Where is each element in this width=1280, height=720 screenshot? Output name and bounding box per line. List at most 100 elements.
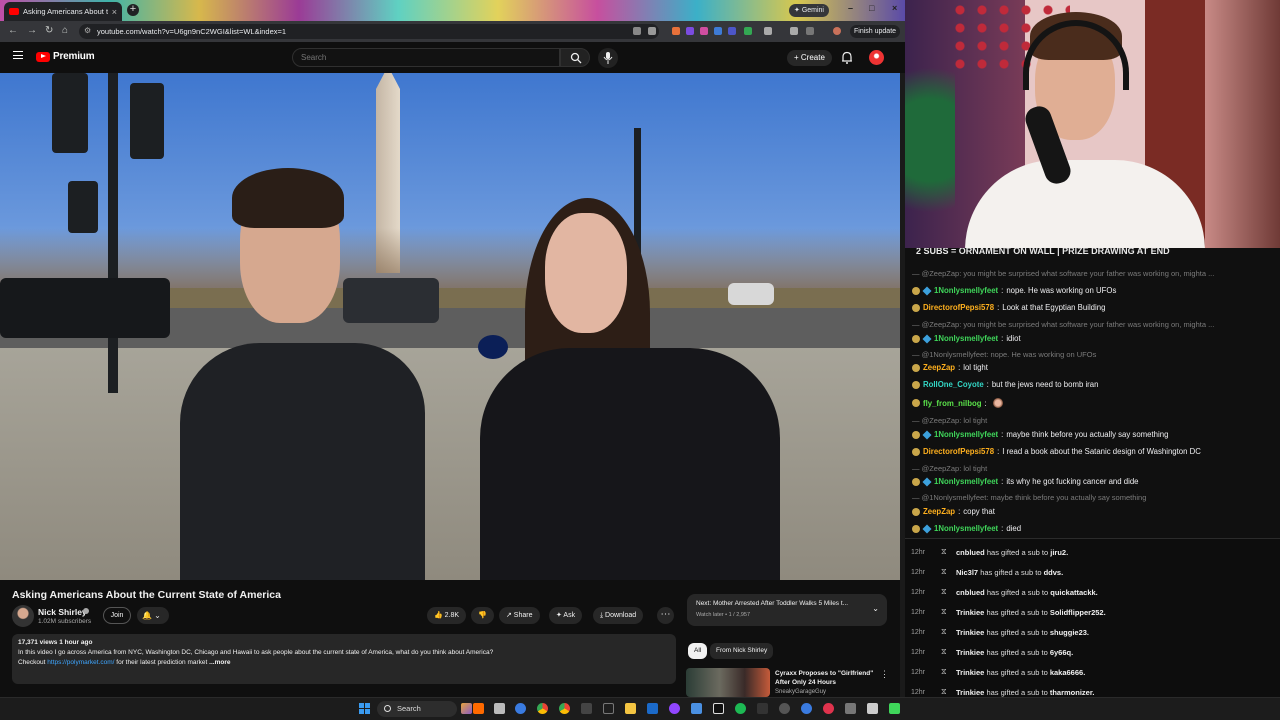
chat-username[interactable]: RollOne_Coyote — [923, 380, 984, 389]
subscriber-badge-icon — [922, 285, 932, 296]
app-icon[interactable] — [845, 703, 856, 714]
app-icon[interactable] — [801, 703, 812, 714]
extension-icon[interactable] — [744, 27, 752, 35]
finish-update-button[interactable]: Finish update — [850, 25, 901, 38]
profile-avatar-icon[interactable] — [833, 27, 841, 35]
edge-icon[interactable] — [515, 703, 526, 714]
windows-start-icon[interactable] — [359, 703, 370, 714]
cast-icon[interactable] — [633, 27, 641, 35]
recommended-menu-icon[interactable]: ⋮ — [880, 669, 889, 680]
extension-icon[interactable] — [686, 27, 694, 35]
browser-tab-youtube[interactable]: Asking Americans About the C × — [4, 2, 122, 21]
app-icon[interactable] — [713, 703, 724, 714]
channel-name[interactable]: Nick Shirley — [38, 607, 87, 617]
chat-username[interactable]: 1Nonlysmellyfeet — [934, 334, 998, 343]
sidebar-icon[interactable] — [790, 27, 798, 35]
chat-username[interactable]: 1Nonlysmellyfeet — [934, 477, 998, 486]
app-icon[interactable] — [461, 703, 472, 714]
voice-search-button[interactable] — [598, 48, 618, 68]
app-icon[interactable] — [823, 703, 834, 714]
bookmark-star-icon[interactable] — [648, 27, 656, 35]
home-icon[interactable]: ⌂ — [62, 25, 68, 36]
video-description[interactable]: 17,371 views 1 hour ago In this video I … — [12, 634, 676, 684]
recommended-video-thumbnail[interactable] — [686, 668, 770, 697]
youtube-logo[interactable]: Premium — [36, 51, 95, 62]
chat-username[interactable]: DirectorofPepsi578 — [923, 447, 994, 456]
app-icon[interactable] — [757, 703, 768, 714]
close-tab-icon[interactable]: × — [112, 7, 117, 17]
task-view-icon[interactable] — [494, 703, 505, 714]
minimize-icon[interactable]: – — [848, 3, 853, 13]
extension-icon[interactable] — [672, 27, 680, 35]
video-player[interactable] — [0, 73, 900, 580]
reload-icon[interactable]: ↻ — [45, 25, 53, 36]
channel-avatar[interactable] — [12, 605, 34, 627]
gemini-button[interactable]: ✦ Gemini — [789, 4, 829, 17]
extension-icon[interactable] — [728, 27, 736, 35]
download-button[interactable]: ⤓ Download — [593, 607, 644, 624]
create-button[interactable]: + Create — [787, 50, 832, 66]
share-button[interactable]: ↗ Share — [499, 607, 540, 624]
file-explorer-icon[interactable] — [625, 703, 636, 714]
app-icon[interactable] — [691, 703, 702, 714]
ask-button[interactable]: ✦ Ask — [549, 607, 583, 624]
maximize-icon[interactable]: □ — [869, 3, 874, 13]
chat-badge-icon — [912, 447, 920, 456]
dislike-button[interactable]: 👎 — [471, 607, 494, 624]
gift-sub-entry: 12hr ⧖ Trinkiee has gifted a sub to tharmo… — [911, 687, 1094, 697]
chat-username[interactable]: 1Nonlysmellyfeet — [934, 524, 998, 533]
site-info-icon[interactable]: ⚙ — [84, 26, 91, 35]
app-icon[interactable] — [669, 703, 680, 714]
app-icon[interactable] — [779, 703, 790, 714]
spotify-icon[interactable] — [735, 703, 746, 714]
notifications-bell-icon[interactable] — [841, 51, 853, 64]
extensions-puzzle-icon[interactable] — [764, 27, 772, 35]
extension-icon[interactable] — [700, 27, 708, 35]
app-icon[interactable] — [581, 703, 592, 714]
terminal-icon[interactable] — [603, 703, 614, 714]
close-window-icon[interactable]: × — [892, 3, 897, 13]
app-icon[interactable] — [473, 703, 484, 714]
steam-icon[interactable] — [647, 703, 658, 714]
like-button[interactable]: 👍 2.8K — [427, 607, 467, 624]
chat-username[interactable]: DirectorofPepsi578 — [923, 303, 994, 312]
address-bar[interactable]: ⚙ youtube.com/watch?v=U6gn9nC2WGI&list=W… — [79, 24, 659, 39]
chat-username[interactable]: 1Nonlysmellyfeet — [934, 430, 998, 439]
chat-username[interactable]: ZeepZap — [923, 507, 955, 516]
app-icon[interactable] — [867, 703, 878, 714]
streamer-webcam — [905, 0, 1280, 248]
download-icon[interactable] — [806, 27, 814, 35]
hamburger-menu-icon[interactable] — [13, 51, 23, 59]
chevron-down-icon[interactable]: ⌄ — [872, 604, 879, 613]
description-more-link[interactable]: ...more — [209, 659, 230, 666]
gift-text: has gifted a sub to — [984, 587, 1051, 597]
chat-colon: : — [997, 303, 1000, 312]
join-button[interactable]: Join — [103, 607, 131, 624]
chat-username[interactable]: ZeepZap — [923, 363, 955, 372]
app-icon[interactable] — [889, 703, 900, 714]
chip-all[interactable]: All — [688, 643, 708, 659]
subscription-bell-button[interactable]: 🔔 ⌄ — [137, 607, 169, 624]
account-avatar[interactable] — [869, 50, 884, 65]
forward-icon[interactable]: → — [27, 25, 37, 36]
chat-badge-icon — [912, 524, 920, 533]
new-tab-button[interactable]: + — [127, 4, 139, 16]
back-icon[interactable]: ← — [8, 25, 18, 36]
chip-from-channel[interactable]: From Nick Shirley — [710, 643, 774, 659]
chrome-icon[interactable] — [537, 703, 548, 714]
recommended-video-title[interactable]: Cyraxx Proposes to "Girlfriend" After On… — [775, 669, 875, 697]
next-up-panel[interactable]: Next: Mother Arrested After Toddler Walk… — [687, 594, 887, 626]
chat-username[interactable]: fly_from_nilbog — [923, 399, 981, 408]
gift-sub-entry: 12hr ⧖ cnblued has gifted a sub to quickat… — [911, 587, 1098, 597]
search-button[interactable] — [560, 48, 590, 67]
gift-time: 12hr — [911, 668, 926, 676]
extension-icon[interactable] — [714, 27, 722, 35]
description-link[interactable]: https://polymarket.com/ — [47, 659, 114, 666]
search-input[interactable] — [293, 49, 533, 66]
more-actions-button[interactable]: ⋯ — [657, 607, 674, 624]
interviewee-face — [545, 213, 627, 333]
chat-username[interactable]: 1Nonlysmellyfeet — [934, 286, 998, 295]
gift-text: has gifted a sub to — [984, 647, 1050, 657]
taskbar-search[interactable]: Search — [377, 701, 457, 717]
chrome-icon[interactable] — [559, 703, 570, 714]
